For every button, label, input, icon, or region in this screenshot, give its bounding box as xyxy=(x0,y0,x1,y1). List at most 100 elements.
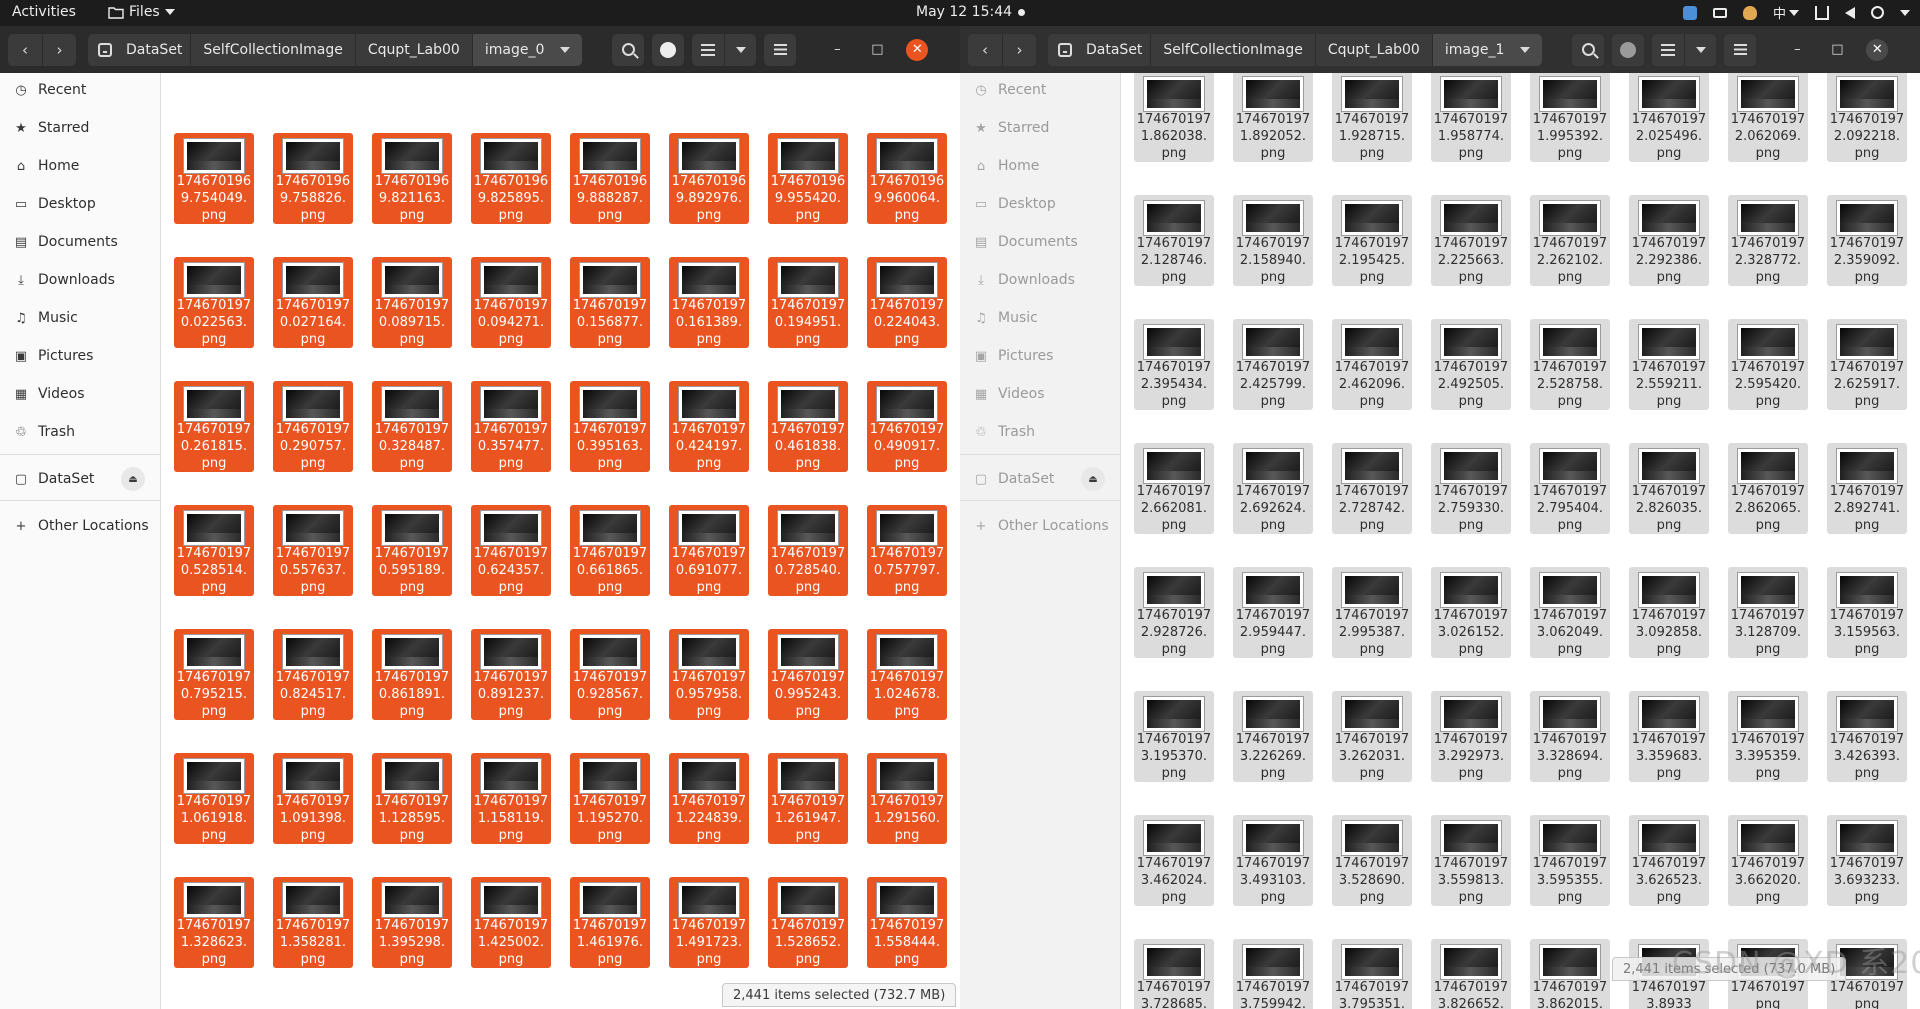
file-item[interactable]: 174670196 9.758826. png xyxy=(273,133,353,224)
sidebar-item-music[interactable]: ♫ Music xyxy=(0,303,161,333)
file-item[interactable]: 174670196 9.888287. png xyxy=(570,133,650,224)
file-item[interactable]: 174670197 0.757797. png xyxy=(867,505,947,596)
file-item[interactable]: 174670197 1.928715. png xyxy=(1332,73,1412,162)
file-item[interactable]: 174670197 0.995243. png xyxy=(768,629,848,720)
file-item[interactable]: 174670197 3.559813. png xyxy=(1431,815,1511,906)
file-item[interactable]: 174670197 0.824517. png xyxy=(273,629,353,720)
list-view-button[interactable] xyxy=(1652,33,1685,66)
eject-icon[interactable]: ⏏ xyxy=(121,467,145,491)
file-item[interactable]: 174670196 9.825895. png xyxy=(471,133,551,224)
file-item[interactable]: 174670197 0.861891. png xyxy=(372,629,452,720)
file-item[interactable]: 174670197 0.928567. png xyxy=(570,629,650,720)
minimize-button[interactable]: – xyxy=(826,39,848,61)
input-method-indicator[interactable]: 中 xyxy=(1773,3,1799,22)
file-item[interactable]: 174670197 3.292973. png xyxy=(1431,691,1511,782)
file-item[interactable]: 174670197 0.795215. png xyxy=(174,629,254,720)
file-item[interactable]: 174670197 2.328772. png xyxy=(1728,195,1808,286)
file-item[interactable]: 174670197 1.024678. png xyxy=(867,629,947,720)
file-item[interactable]: 174670197 1.491723. png xyxy=(669,877,749,968)
file-item[interactable]: 174670197 1.995392. png xyxy=(1530,73,1610,162)
breadcrumb-cqupt-lab00[interactable]: Cqupt_Lab00 xyxy=(354,33,472,66)
file-item[interactable]: 174670197 1.328623. png xyxy=(174,877,254,968)
file-item[interactable]: 174670197 0.557637. png xyxy=(273,505,353,596)
file-item[interactable]: 174670197 0.691077. png xyxy=(669,505,749,596)
file-item[interactable]: 174670197 0.661865. png xyxy=(570,505,650,596)
file-item[interactable]: 174670197 0.027164. png xyxy=(273,257,353,348)
file-item[interactable]: 174670197 2.492505. png xyxy=(1431,319,1511,410)
file-item[interactable]: 174670196 9.892976. png xyxy=(669,133,749,224)
main-menu-button[interactable] xyxy=(764,33,797,66)
sidebar-item-dataset[interactable]: ▢ DataSet ⏏ xyxy=(0,464,161,494)
sidebar-item-starred[interactable]: ★ Starred xyxy=(0,113,161,143)
file-item[interactable]: 174670197 2.425799. png xyxy=(1233,319,1313,410)
file-item[interactable]: 174670197 1.862038. png xyxy=(1134,73,1214,162)
search-button[interactable] xyxy=(1572,33,1605,66)
file-item[interactable]: 174670196 9.960064. png xyxy=(867,133,947,224)
sidebar-item-documents[interactable]: ▤ Documents xyxy=(960,227,1121,257)
file-item[interactable]: 174670197 2.128746. png xyxy=(1134,195,1214,286)
sidebar-item-recent[interactable]: ◷ Recent xyxy=(0,75,161,105)
sidebar-item-trash[interactable]: ♲ Trash xyxy=(960,417,1121,447)
sidebar-item-trash[interactable]: ♲ Trash xyxy=(0,417,161,447)
file-item[interactable]: 174670197 0.891237. png xyxy=(471,629,551,720)
file-item[interactable]: 174670197 1.158119. png xyxy=(471,753,551,844)
file-item[interactable]: 174670197 0.490917. png xyxy=(867,381,947,472)
file-item[interactable]: 174670196 9.754049. png xyxy=(174,133,254,224)
system-tray[interactable]: 中 xyxy=(1682,3,1910,22)
main-menu-button[interactable] xyxy=(1724,33,1757,66)
file-item[interactable]: 174670197 2.092218. png xyxy=(1827,73,1907,162)
file-item[interactable]: 174670196 9.955420. png xyxy=(768,133,848,224)
sidebar-item-other-locations[interactable]: + Other Locations xyxy=(960,511,1121,541)
breadcrumb-image1[interactable]: image_1 xyxy=(1431,33,1543,66)
sidebar-item-desktop[interactable]: ▭ Desktop xyxy=(0,189,161,219)
file-item[interactable]: 174670197 2.625917. png xyxy=(1827,319,1907,410)
cat-app-icon[interactable] xyxy=(1742,5,1757,20)
file-item[interactable]: 174670197 3.195370. png xyxy=(1134,691,1214,782)
sidebar-item-home[interactable]: ⌂ Home xyxy=(960,151,1121,181)
breadcrumb-selfcollectionimage[interactable]: SelfCollectionImage xyxy=(1150,33,1314,66)
file-item[interactable]: 174670197 1.558444. png xyxy=(867,877,947,968)
file-item[interactable]: 174670197 2.692624. png xyxy=(1233,443,1313,534)
file-item[interactable]: 174670197 1.128595. png xyxy=(372,753,452,844)
file-item[interactable]: 174670197 3.426393. png xyxy=(1827,691,1907,782)
file-item[interactable]: 174670197 0.461838. png xyxy=(768,381,848,472)
sidebar-item-desktop[interactable]: ▭ Desktop xyxy=(960,189,1121,219)
activities-button[interactable]: Activities xyxy=(12,4,76,20)
file-item[interactable]: 174670197 1.291560. png xyxy=(867,753,947,844)
view-toggle-button[interactable] xyxy=(652,33,685,66)
file-item[interactable]: 174670197 0.528514. png xyxy=(174,505,254,596)
sidebar-item-downloads[interactable]: ⤓ Downloads xyxy=(960,265,1121,295)
close-button[interactable]: ✕ xyxy=(906,38,929,61)
file-item[interactable]: 174670197 1.091398. png xyxy=(273,753,353,844)
sidebar-item-dataset[interactable]: ▢ DataSet ⏏ xyxy=(960,464,1121,494)
file-item[interactable]: 174670197 0.089715. png xyxy=(372,257,452,348)
file-item[interactable]: 174670197 3.359683. png xyxy=(1629,691,1709,782)
file-item[interactable]: 174670197 3.626523. png xyxy=(1629,815,1709,906)
app-indicator-icon[interactable] xyxy=(1682,5,1697,20)
breadcrumb-cqupt-lab00[interactable]: Cqupt_Lab00 xyxy=(1314,33,1432,66)
file-item[interactable]: 174670197 2.995387. png xyxy=(1332,567,1412,658)
file-item[interactable]: 174670197 2.195425. png xyxy=(1332,195,1412,286)
file-item[interactable]: 174670197 0.161389. png xyxy=(669,257,749,348)
file-item[interactable]: 174670197 2.759330. png xyxy=(1431,443,1511,534)
file-item[interactable]: 1746701973.862015.png xyxy=(1530,939,1610,1009)
file-item[interactable]: 174670197 1.358281. png xyxy=(273,877,353,968)
file-item[interactable]: 1746701973.759942.png xyxy=(1233,939,1313,1009)
file-item[interactable]: 174670197 2.559211. png xyxy=(1629,319,1709,410)
file-item[interactable]: 174670197 0.957958. png xyxy=(669,629,749,720)
power-icon[interactable] xyxy=(1871,6,1884,19)
file-item[interactable]: 174670197 2.662081. png xyxy=(1134,443,1214,534)
sidebar-item-home[interactable]: ⌂ Home xyxy=(0,151,161,181)
view-options-dropdown[interactable] xyxy=(724,33,757,66)
file-item[interactable]: 174670197 0.224043. png xyxy=(867,257,947,348)
sidebar-item-downloads[interactable]: ⤓ Downloads xyxy=(0,265,161,295)
file-item[interactable]: 174670197 2.959447. png xyxy=(1233,567,1313,658)
file-item[interactable]: 174670197 0.094271. png xyxy=(471,257,551,348)
file-item[interactable]: 1746701973.728685.png xyxy=(1134,939,1214,1009)
close-button[interactable]: ✕ xyxy=(1866,38,1889,61)
file-item[interactable]: 174670197 1.261947. png xyxy=(768,753,848,844)
clock[interactable]: May 12 15:44 xyxy=(916,4,1012,20)
file-item[interactable]: 174670197 0.156877. png xyxy=(570,257,650,348)
keyboard-icon[interactable] xyxy=(1712,7,1727,18)
breadcrumb-selfcollectionimage[interactable]: SelfCollectionImage xyxy=(190,33,354,66)
